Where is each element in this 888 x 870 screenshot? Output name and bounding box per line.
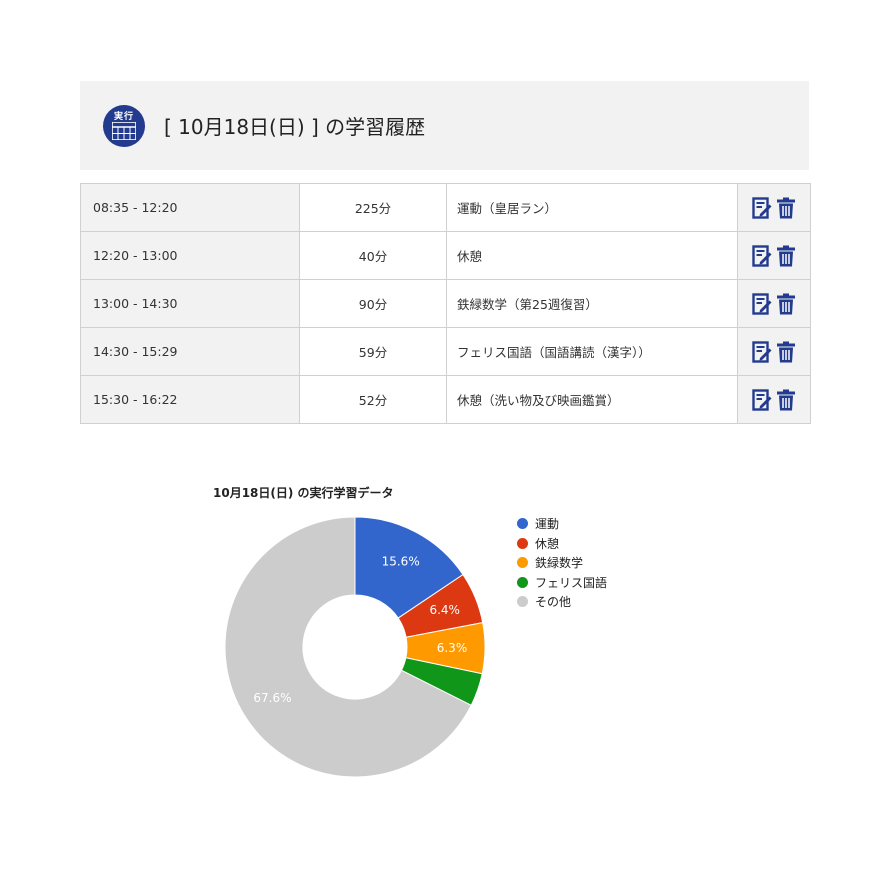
study-log-table: 08:35 - 12:20 225分 運動（皇居ラン） 12:20 - 13:00 40… — [80, 183, 811, 424]
slice-label: 6.4% — [429, 603, 460, 617]
chart-legend: 運動休憩鉄緑数学フェリス国語 その他 — [517, 514, 607, 612]
duration: 52分 — [299, 375, 447, 424]
activity: 鉄緑数学（第25週復習） — [446, 279, 738, 328]
duration: 225分 — [299, 183, 447, 232]
row-actions — [737, 279, 811, 328]
chart-title: 10月18日(日) の実行学習データ — [213, 486, 394, 500]
execution-calendar-icon: 実行 — [103, 105, 145, 147]
table-row: 13:00 - 14:30 90分 鉄緑数学（第25週復習） — [80, 279, 811, 328]
legend-item[interactable]: その他 — [517, 592, 607, 612]
activity: 休憩（洗い物及び映画鑑賞） — [446, 375, 738, 424]
table-row: 15:30 - 16:22 52分 休憩（洗い物及び映画鑑賞） — [80, 375, 811, 424]
page-header: 実行 [ 10月18日(日) ] の学習履歴 — [80, 81, 809, 170]
badge-text: 実行 — [113, 112, 134, 122]
legend-swatch — [517, 537, 528, 549]
slice-label: 67.6% — [253, 691, 291, 705]
legend-item[interactable]: フェリス国語 — [517, 573, 607, 593]
row-actions — [737, 231, 811, 280]
trash-icon[interactable] — [776, 197, 796, 219]
time-range: 14:30 - 15:29 — [80, 327, 300, 376]
legend-label: 休憩 — [535, 536, 560, 551]
row-actions — [737, 375, 811, 424]
legend-label: その他 — [535, 595, 572, 610]
duration: 40分 — [299, 231, 447, 280]
trash-icon[interactable] — [776, 293, 796, 315]
trash-icon[interactable] — [776, 389, 796, 411]
duration: 90分 — [299, 279, 447, 328]
legend-swatch — [517, 557, 528, 569]
legend-swatch — [517, 576, 528, 588]
legend-item[interactable]: 鉄緑数学 — [517, 553, 607, 573]
duration: 59分 — [299, 327, 447, 376]
activity: 運動（皇居ラン） — [446, 183, 738, 232]
time-range: 13:00 - 14:30 — [80, 279, 300, 328]
slice-label: 6.3% — [437, 641, 468, 655]
edit-icon[interactable] — [752, 388, 772, 411]
legend-swatch — [517, 596, 528, 608]
table-row: 08:35 - 12:20 225分 運動（皇居ラン） — [80, 183, 811, 232]
legend-label: 鉄緑数学 — [535, 556, 584, 571]
donut-chart: 15.6% 6.4% 6.3% 67.6% — [224, 516, 486, 778]
table-row: 14:30 - 15:29 59分 フェリス国語（国語講読（漢字）） — [80, 327, 811, 376]
edit-icon[interactable] — [752, 196, 772, 219]
row-actions — [737, 327, 811, 376]
time-range: 12:20 - 13:00 — [80, 231, 300, 280]
legend-label: フェリス国語 — [535, 575, 608, 590]
legend-label: 運動 — [535, 517, 560, 532]
slice-label: 15.6% — [382, 554, 420, 568]
edit-icon[interactable] — [752, 292, 772, 315]
trash-icon[interactable] — [776, 245, 796, 267]
page-title: [ 10月18日(日) ] の学習履歴 — [164, 115, 426, 139]
edit-icon[interactable] — [752, 244, 772, 267]
time-range: 08:35 - 12:20 — [80, 183, 300, 232]
table-row: 12:20 - 13:00 40分 休憩 — [80, 231, 811, 280]
trash-icon[interactable] — [776, 341, 796, 363]
legend-swatch — [517, 518, 528, 530]
activity: フェリス国語（国語講読（漢字）） — [446, 327, 738, 376]
edit-icon[interactable] — [752, 340, 772, 363]
time-range: 15:30 - 16:22 — [80, 375, 300, 424]
legend-item[interactable]: 運動 — [517, 514, 607, 534]
row-actions — [737, 183, 811, 232]
activity: 休憩 — [446, 231, 738, 280]
legend-item[interactable]: 休憩 — [517, 534, 607, 554]
